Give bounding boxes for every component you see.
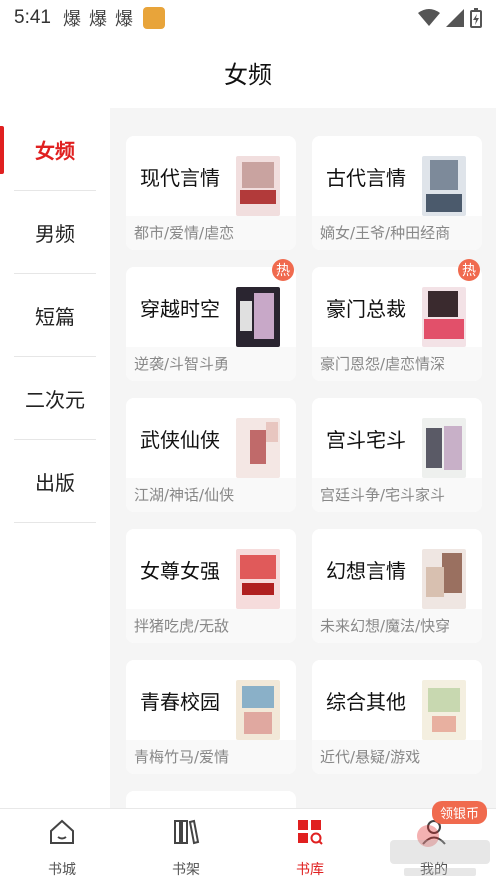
coin-reward-badge[interactable]: 领银币: [432, 801, 488, 824]
bookshelf-icon: [174, 819, 200, 845]
book-cover-image: [236, 287, 280, 347]
category-name: 武侠仙侠: [140, 428, 220, 452]
notification-glyph: 爆: [62, 9, 81, 30]
tab-label: 书城: [48, 862, 76, 878]
tab-label: 我的: [420, 862, 448, 878]
category-name: 豪门总裁: [326, 297, 406, 321]
category-tags: 嫡女/王爷/种田经商: [320, 224, 451, 242]
category-tags: 都市/爱情/虐恋: [134, 224, 235, 242]
category-card[interactable]: 综合其他 近代/悬疑/游戏: [312, 660, 482, 774]
app-notification-icon: [142, 7, 165, 29]
home-icon: [50, 819, 74, 844]
category-card[interactable]: 青春校园 青梅竹马/爱情: [126, 660, 296, 774]
book-cover-image: [422, 156, 466, 216]
category-card[interactable]: 现代言情 都市/爱情/虐恋: [126, 136, 296, 250]
page-title: 女频: [224, 60, 272, 89]
sidebar-item-label: 二次元: [25, 388, 85, 412]
category-name: 幻想言情: [326, 559, 406, 583]
sidebar-item-male[interactable]: 男频: [0, 191, 110, 274]
hot-badge: 热: [272, 259, 294, 281]
category-name: 青春校园: [140, 690, 220, 714]
category-name: 现代言情: [140, 166, 220, 190]
category-name: 穿越时空: [140, 297, 220, 321]
category-card[interactable]: 古代言情 嫡女/王爷/种田经商: [312, 136, 482, 250]
category-card[interactable]: 宫斗宅斗 宫廷斗争/宅斗家斗: [312, 398, 482, 512]
status-right: [418, 8, 482, 28]
sidebar-item-female[interactable]: 女频: [0, 108, 110, 191]
category-tags: 拌猪吃虎/无敌: [134, 617, 230, 635]
sidebar-item-label: 短篇: [35, 305, 75, 329]
status-bar: 5:41 爆 爆 爆: [0, 0, 496, 36]
sidebar-item-label: 出版: [35, 471, 75, 495]
signal-icon: [446, 9, 464, 27]
bottom-tab-bar: 书城 书架 书库 领银币 我的: [0, 801, 496, 882]
tab-label: 书架: [172, 862, 200, 878]
sidebar-item-acg[interactable]: 二次元: [0, 357, 110, 440]
tab-bookstore[interactable]: 书城: [0, 809, 124, 882]
category-tags: 逆袭/斗智斗勇: [134, 355, 230, 373]
page-header: 女频: [0, 36, 496, 108]
book-cover-image: [422, 287, 466, 347]
category-content: 现代言情 都市/爱情/虐恋 古代言情 嫡女/王爷/种田经商 穿越时空 逆袭/斗智…: [110, 108, 496, 808]
active-indicator: [0, 126, 4, 174]
book-cover-image: [236, 156, 280, 216]
category-card[interactable]: [126, 791, 296, 808]
notification-glyph: 爆: [88, 9, 107, 30]
tab-bookshelf[interactable]: 书架: [124, 809, 248, 882]
category-name: 宫斗宅斗: [326, 428, 406, 452]
tab-profile[interactable]: 领银币 我的: [372, 801, 496, 882]
book-cover-image: [236, 680, 280, 740]
battery-icon: [470, 8, 482, 28]
category-card[interactable]: 豪门总裁 豪门恩怨/虐恋情深 热: [312, 259, 482, 381]
category-tags: 近代/悬疑/游戏: [320, 748, 421, 766]
sidebar-item-label: 男频: [35, 222, 75, 246]
book-cover-image: [422, 680, 466, 740]
category-tags: 江湖/神话/仙侠: [134, 486, 235, 504]
tab-library[interactable]: 书库: [248, 809, 372, 882]
category-tags: 青梅竹马/爱情: [134, 748, 230, 766]
hot-badge: 热: [458, 259, 480, 281]
category-name: 综合其他: [326, 690, 406, 714]
sidebar-item-short[interactable]: 短篇: [0, 274, 110, 357]
sidebar-item-label: 女频: [35, 139, 75, 163]
book-cover-image: [422, 418, 466, 478]
category-name: 女尊女强: [140, 559, 220, 583]
category-tags: 未来幻想/魔法/快穿: [320, 617, 451, 635]
book-cover-image: [422, 549, 466, 609]
category-card[interactable]: 穿越时空 逆袭/斗智斗勇 热: [126, 259, 296, 381]
category-tags: 宫廷斗争/宅斗家斗: [320, 486, 446, 504]
wifi-icon: [418, 9, 440, 26]
status-time: 5:41: [14, 7, 51, 28]
sidebar-item-published[interactable]: 出版: [0, 440, 110, 523]
category-card[interactable]: 武侠仙侠 江湖/神话/仙侠: [126, 398, 296, 512]
category-card[interactable]: 女尊女强 拌猪吃虎/无敌: [126, 529, 296, 643]
category-sidebar: 女频 男频 短篇 二次元 出版: [0, 108, 110, 808]
category-tags: 豪门恩怨/虐恋情深: [320, 355, 446, 373]
category-name: 古代言情: [326, 166, 406, 190]
category-card[interactable]: 幻想言情 未来幻想/魔法/快穿: [312, 529, 482, 643]
book-cover-image: [236, 418, 280, 478]
book-cover-image: [236, 549, 280, 609]
tab-label: 书库: [296, 862, 324, 878]
notification-glyph: 爆: [114, 9, 133, 30]
library-icon: [298, 820, 323, 845]
